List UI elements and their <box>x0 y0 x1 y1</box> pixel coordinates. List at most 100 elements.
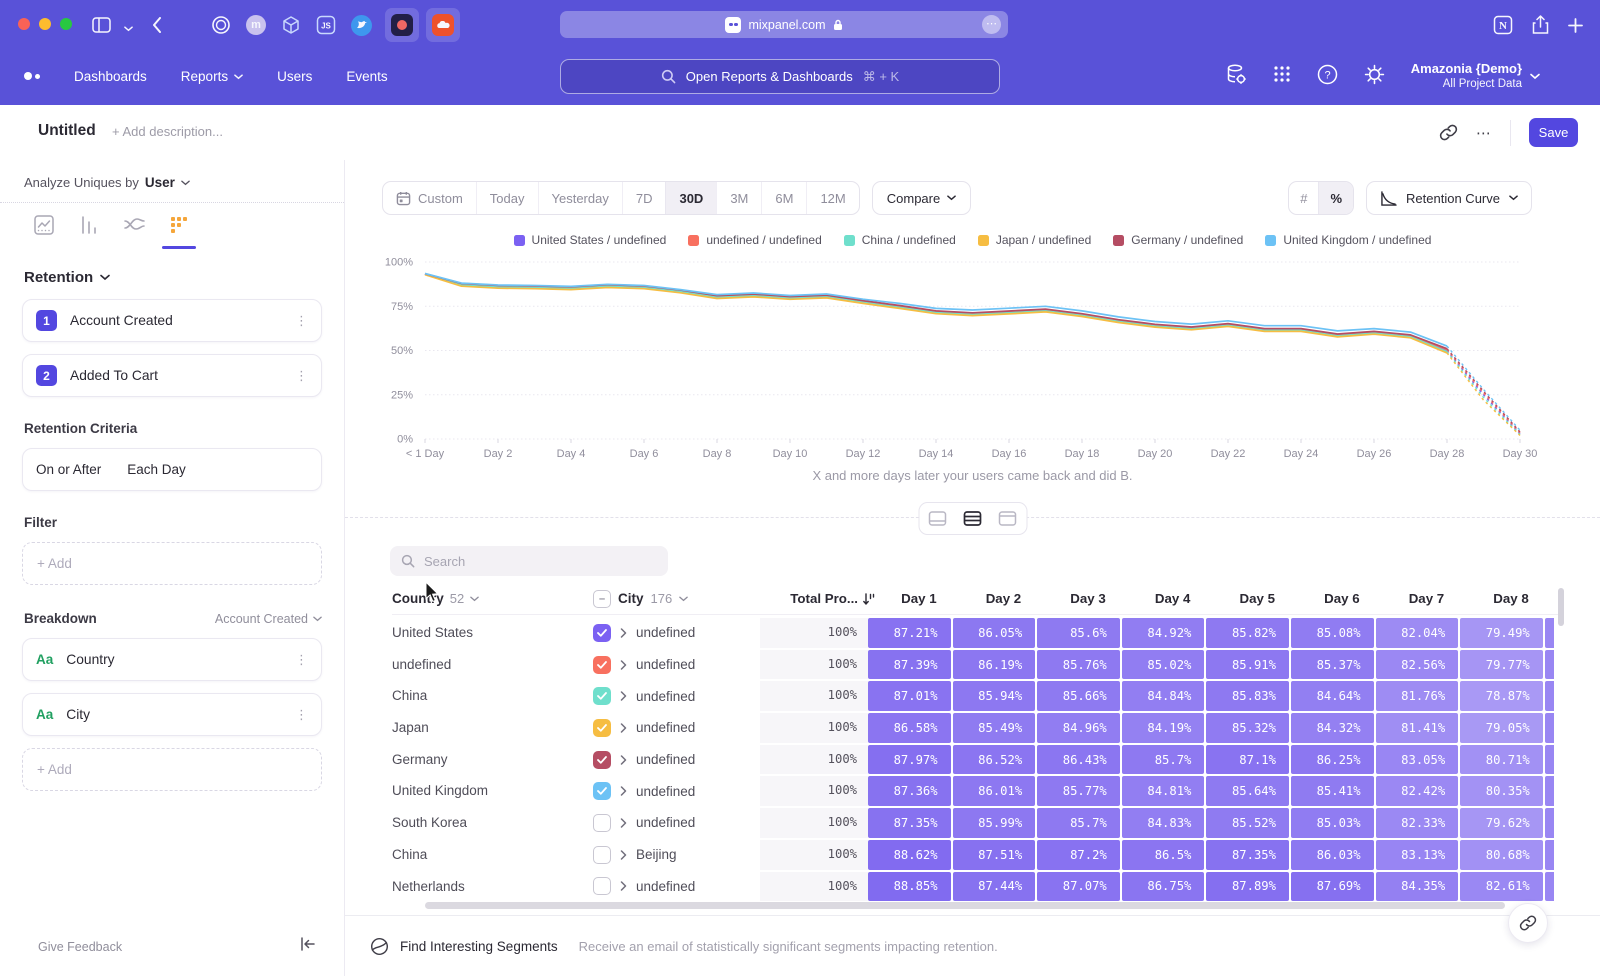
nav-item-reports[interactable]: Reports <box>181 69 243 84</box>
retention-value-cell[interactable]: 86.25% <box>1291 745 1374 775</box>
column-header-day[interactable]: Day 6 <box>1291 585 1374 613</box>
add-description[interactable]: + Add description... <box>112 124 223 139</box>
retention-value-cell[interactable]: 85.7% <box>1122 745 1205 775</box>
retention-value-cell[interactable]: 85.08% <box>1291 618 1374 648</box>
breakdown-card-city[interactable]: Aa City ⋮ <box>22 693 322 736</box>
add-breakdown-button[interactable]: + Add <box>22 748 322 791</box>
retention-value-cell[interactable]: 84.84% <box>1122 681 1205 711</box>
retention-value-cell[interactable]: 79.77% <box>1460 650 1543 680</box>
extension-record-icon[interactable] <box>385 8 419 42</box>
back-button[interactable] <box>144 12 170 38</box>
window-controls[interactable] <box>18 18 72 30</box>
column-header-country[interactable]: Country 52 <box>392 585 479 613</box>
notion-extension-icon[interactable]: N <box>1490 12 1516 38</box>
expand-row-icon[interactable] <box>620 723 627 733</box>
retention-value-cell[interactable]: 85.03% <box>1291 808 1374 838</box>
table-search-input[interactable]: Search <box>390 546 668 576</box>
retention-value-cell[interactable]: 85.94% <box>953 681 1036 711</box>
split-view-button[interactable] <box>957 506 988 531</box>
extension-ring-icon[interactable] <box>208 12 234 38</box>
nav-item-users[interactable]: Users <box>277 69 312 84</box>
retention-value-cell[interactable]: 87.36% <box>868 776 951 806</box>
percent-mode-button[interactable]: % <box>1318 182 1353 214</box>
retention-value-cell[interactable]: 85.52% <box>1206 808 1289 838</box>
apps-grid-icon[interactable] <box>1273 65 1291 88</box>
retention-value-cell[interactable]: 87.07% <box>1037 872 1120 902</box>
retention-value-cell[interactable]: 87.1% <box>1206 745 1289 775</box>
retention-value-cell[interactable]: 84.92% <box>1122 618 1205 648</box>
retention-value-cell[interactable]: 85.99% <box>953 808 1036 838</box>
tab-retention[interactable] <box>167 213 191 237</box>
breakdown-property[interactable]: City <box>66 707 90 722</box>
retention-value-cell[interactable]: 86.01% <box>953 776 1036 806</box>
chart-only-view-button[interactable] <box>922 506 953 531</box>
retention-value-cell[interactable]: 87.35% <box>1206 840 1289 870</box>
range-button-30d[interactable]: 30D <box>665 182 716 214</box>
help-icon[interactable]: ? <box>1317 64 1338 90</box>
step-card-1[interactable]: 1 Account Created ⋮ <box>22 299 322 342</box>
retention-value-cell[interactable]: 87.97% <box>868 745 951 775</box>
range-button-yesterday[interactable]: Yesterday <box>538 182 622 214</box>
criteria-card[interactable]: On or After Each Day <box>22 448 322 491</box>
retention-value-cell[interactable]: 84.83% <box>1122 808 1205 838</box>
table-only-view-button[interactable] <box>992 506 1023 531</box>
criteria-condition[interactable]: On or After <box>36 462 101 477</box>
retention-value-cell[interactable]: 85.82% <box>1206 618 1289 648</box>
settings-gear-icon[interactable] <box>1364 64 1385 90</box>
retention-value-cell[interactable]: 87.69% <box>1291 872 1374 902</box>
horizontal-scrollbar[interactable] <box>425 902 1505 909</box>
url-more-button[interactable]: ⋯ <box>982 15 1001 34</box>
retention-value-cell[interactable]: 86.03% <box>1291 840 1374 870</box>
expand-row-icon[interactable] <box>620 818 627 828</box>
column-header-day[interactable]: Day 1 <box>868 585 951 613</box>
retention-value-cell[interactable]: 86.5% <box>1122 840 1205 870</box>
maximize-window-button[interactable] <box>60 18 72 30</box>
retention-value-cell[interactable]: 85.83% <box>1206 681 1289 711</box>
expand-row-icon[interactable] <box>620 628 627 638</box>
kebab-menu-icon[interactable]: ⋮ <box>295 708 308 721</box>
expand-row-icon[interactable] <box>620 660 627 670</box>
retention-value-cell[interactable]: 83.05% <box>1376 745 1459 775</box>
retention-value-cell[interactable]: 87.2% <box>1037 840 1120 870</box>
retention-value-cell[interactable]: 87.89% <box>1206 872 1289 902</box>
extension-cloud-icon[interactable] <box>426 8 460 42</box>
tab-flows[interactable] <box>122 213 146 237</box>
analyze-entity-dropdown[interactable]: User <box>145 175 175 190</box>
chart-type-dropdown[interactable]: Retention Curve <box>1366 181 1532 215</box>
row-checkbox[interactable] <box>593 719 611 737</box>
extension-js-icon[interactable]: JS <box>313 12 339 38</box>
legend-item[interactable]: China / undefined <box>844 233 956 247</box>
retention-value-cell[interactable]: 82.42% <box>1376 776 1459 806</box>
range-button-3m[interactable]: 3M <box>716 182 761 214</box>
report-title[interactable]: Untitled <box>38 122 96 140</box>
retention-value-cell[interactable]: 82.56% <box>1376 650 1459 680</box>
retention-value-cell[interactable]: 85.02% <box>1122 650 1205 680</box>
retention-value-cell[interactable]: 86.19% <box>953 650 1036 680</box>
retention-value-cell[interactable]: 82.61% <box>1460 872 1543 902</box>
expand-row-icon[interactable] <box>620 850 627 860</box>
minimize-window-button[interactable] <box>39 18 51 30</box>
criteria-interval[interactable]: Each Day <box>127 462 186 477</box>
retention-value-cell[interactable]: 80.68% <box>1460 840 1543 870</box>
kebab-menu-icon[interactable]: ⋮ <box>295 314 308 327</box>
segments-title[interactable]: Find Interesting Segments <box>400 939 558 954</box>
column-header-total[interactable]: Total Pro... <box>760 585 858 613</box>
expand-row-icon[interactable] <box>620 691 627 701</box>
range-button-7d[interactable]: 7D <box>622 182 666 214</box>
retention-value-cell[interactable]: 84.32% <box>1291 713 1374 743</box>
column-header-day[interactable]: Day 3 <box>1037 585 1120 613</box>
row-checkbox[interactable] <box>593 751 611 769</box>
retention-value-cell[interactable]: 79.05% <box>1460 713 1543 743</box>
retention-value-cell[interactable]: 84.96% <box>1037 713 1120 743</box>
select-all-checkbox[interactable]: – <box>593 590 611 608</box>
retention-value-cell[interactable]: 85.64% <box>1206 776 1289 806</box>
range-button-custom[interactable]: Custom <box>383 182 476 214</box>
retention-value-cell[interactable]: 86.43% <box>1037 745 1120 775</box>
retention-value-cell[interactable]: 85.32% <box>1206 713 1289 743</box>
kebab-menu-icon[interactable]: ⋮ <box>295 653 308 666</box>
retention-value-cell[interactable]: 86.05% <box>953 618 1036 648</box>
retention-value-cell[interactable]: 81.76% <box>1376 681 1459 711</box>
legend-item[interactable]: undefined / undefined <box>688 233 821 247</box>
compare-button[interactable]: Compare <box>872 181 971 215</box>
retention-value-cell[interactable]: 85.6% <box>1037 618 1120 648</box>
